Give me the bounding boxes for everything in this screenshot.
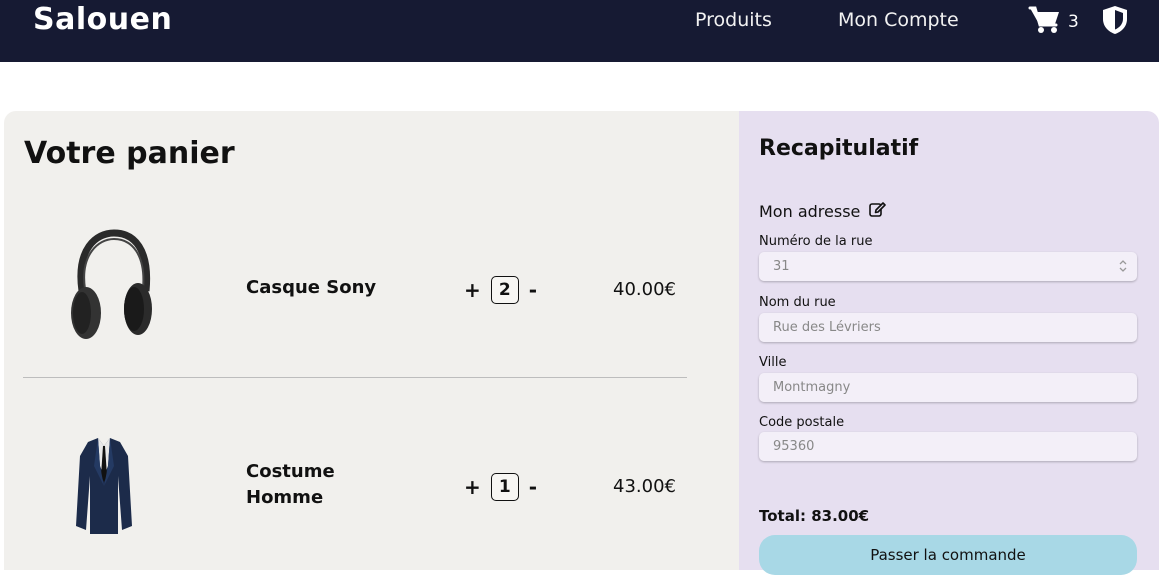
quantity-value: 1	[490, 473, 519, 501]
cart-item: Costume Homme + 1 - 43.00€	[4, 426, 739, 570]
summary-title: Recapitulatif	[759, 136, 919, 161]
quantity-stepper: + 1 -	[464, 473, 537, 501]
place-order-button[interactable]: Passer la commande	[759, 535, 1137, 575]
postal-code-label: Code postale	[759, 415, 845, 430]
cart-panel: Votre panier Casque Sony + 2 - 40.00€ Co…	[4, 111, 739, 570]
summary-panel: Recapitulatif Mon adresse Numéro de la r…	[739, 111, 1159, 575]
city-value: Montmagny	[773, 380, 851, 395]
item-name-line: Costume	[246, 461, 335, 482]
cart-title: Votre panier	[24, 136, 235, 171]
street-number-field[interactable]: 31	[759, 252, 1137, 281]
item-divider	[23, 377, 687, 378]
item-price: 40.00€	[613, 279, 676, 300]
decrease-button[interactable]: -	[529, 477, 537, 497]
street-number-label: Numéro de la rue	[759, 234, 873, 249]
order-total: Total: 83.00€	[759, 507, 870, 525]
cart-item: Casque Sony + 2 - 40.00€	[4, 221, 739, 361]
cart-count-badge: 3	[1068, 12, 1079, 32]
top-navbar: Salouen Produits Mon Compte 3	[0, 0, 1159, 62]
headphones-image	[68, 229, 154, 345]
item-name: Casque Sony	[246, 277, 377, 298]
item-name: Costume Homme	[246, 459, 335, 511]
nav-products-link[interactable]: Produits	[695, 8, 772, 32]
increase-button[interactable]: +	[464, 477, 481, 497]
address-heading: Mon adresse	[759, 200, 887, 222]
street-name-value: Rue des Lévriers	[773, 320, 881, 335]
edit-icon[interactable]	[868, 200, 887, 222]
cart-icon	[1028, 5, 1062, 39]
quantity-value: 2	[490, 276, 519, 304]
postal-code-field[interactable]: 95360	[759, 432, 1137, 461]
quantity-stepper: + 2 -	[464, 276, 537, 304]
brand-logo[interactable]: Salouen	[33, 2, 172, 38]
decrease-button[interactable]: -	[529, 280, 537, 300]
nav-account-link[interactable]: Mon Compte	[838, 8, 959, 32]
cart-button[interactable]: 3	[1028, 5, 1079, 39]
address-heading-label: Mon adresse	[759, 201, 861, 221]
postal-code-value: 95360	[773, 439, 815, 454]
suit-image	[74, 436, 134, 540]
spinner-icon[interactable]	[1118, 259, 1128, 277]
shield-icon[interactable]	[1101, 4, 1129, 40]
city-label: Ville	[759, 355, 787, 370]
item-price: 43.00€	[613, 476, 676, 497]
increase-button[interactable]: +	[464, 280, 481, 300]
item-name-line: Homme	[246, 487, 324, 508]
city-field[interactable]: Montmagny	[759, 373, 1137, 402]
street-number-value: 31	[773, 259, 790, 274]
street-name-label: Nom du rue	[759, 295, 836, 310]
street-name-field[interactable]: Rue des Lévriers	[759, 313, 1137, 342]
